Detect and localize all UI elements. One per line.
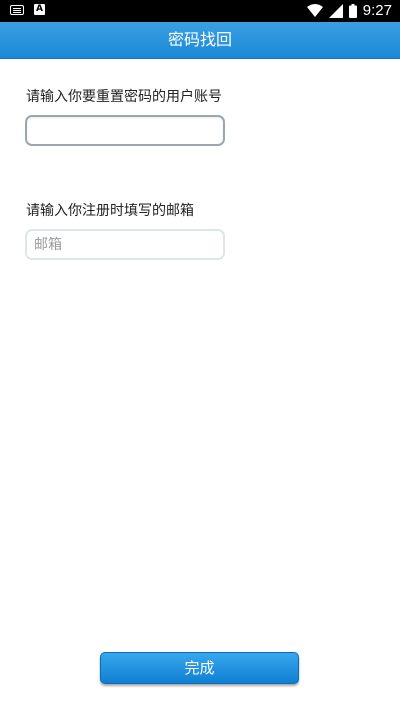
status-bar-system: 9:27: [306, 2, 392, 20]
password-recovery-screen: A 9:27 密码找回 请输入你要重置密码的用户账号 请输入你注册时填写的邮箱 …: [0, 0, 400, 710]
status-bar-notifications: A: [10, 4, 45, 15]
done-button[interactable]: 完成: [100, 652, 299, 684]
email-label: 请输入你注册时填写的邮箱: [26, 203, 194, 219]
status-bar: A 9:27: [0, 0, 400, 22]
page-title: 密码找回: [167, 30, 232, 49]
account-input[interactable]: [25, 115, 225, 146]
email-input[interactable]: [25, 229, 225, 260]
title-bar: 密码找回: [0, 22, 400, 59]
signal-icon: [328, 4, 343, 18]
a-notification-icon: A: [34, 4, 45, 15]
status-time: 9:27: [362, 2, 392, 19]
wifi-icon: [306, 4, 323, 17]
keyboard-icon: [10, 4, 24, 15]
battery-icon: [348, 4, 357, 18]
account-label: 请输入你要重置密码的用户账号: [26, 89, 222, 105]
